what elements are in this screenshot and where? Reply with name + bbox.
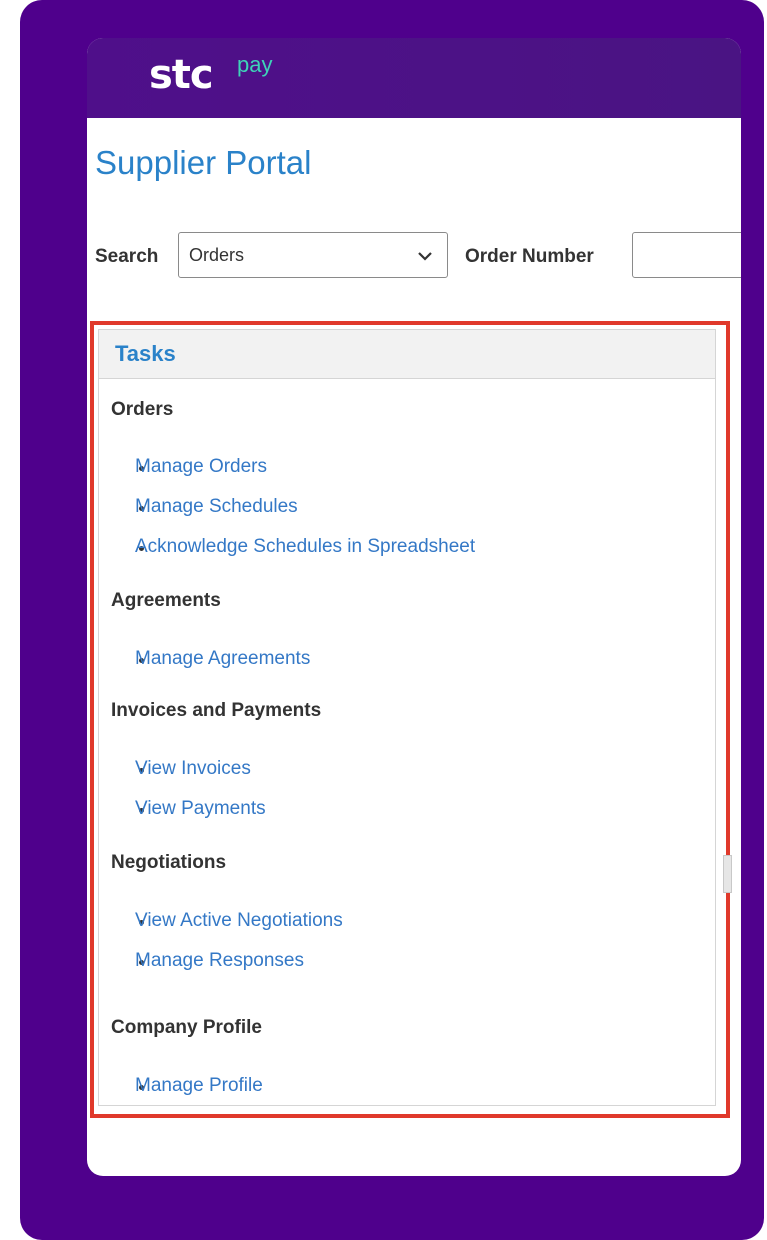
- order-number-label: Order Number: [465, 246, 594, 267]
- link-manage-agreements[interactable]: Manage Agreements: [135, 648, 310, 670]
- section-company-profile: Company Profile: [111, 1017, 262, 1038]
- search-type-select[interactable]: Orders: [178, 232, 448, 278]
- section-orders: Orders: [111, 399, 174, 420]
- pay-logo-text: pay: [237, 52, 273, 77]
- order-number-input[interactable]: [632, 232, 741, 278]
- tasks-panel: Tasks Orders Manage Orders Manage Schedu…: [98, 329, 716, 1106]
- link-view-payments[interactable]: View Payments: [135, 798, 266, 820]
- app-header: stc pay: [87, 38, 741, 118]
- link-manage-schedules[interactable]: Manage Schedules: [135, 496, 298, 518]
- link-manage-responses[interactable]: Manage Responses: [135, 950, 304, 972]
- search-type-value: Orders: [189, 245, 245, 265]
- link-acknowledge-schedules[interactable]: Acknowledge Schedules in Spreadsheet: [135, 536, 475, 558]
- search-bar: Search Orders Order Number: [95, 232, 741, 282]
- scrollbar[interactable]: [723, 855, 732, 893]
- tasks-panel-highlight: Tasks Orders Manage Orders Manage Schedu…: [90, 321, 732, 1118]
- tasks-title: Tasks: [115, 341, 176, 366]
- tasks-header: Tasks: [99, 330, 715, 379]
- search-label: Search: [95, 246, 159, 267]
- page-title: Supplier Portal: [95, 144, 312, 181]
- link-manage-profile[interactable]: Manage Profile: [135, 1075, 263, 1097]
- section-invoices-payments: Invoices and Payments: [111, 700, 322, 721]
- link-view-invoices[interactable]: View Invoices: [135, 758, 251, 780]
- link-manage-orders[interactable]: Manage Orders: [135, 456, 267, 478]
- app-screen: stc pay Supplier Portal Search Orders Or…: [87, 38, 741, 1176]
- section-agreements: Agreements: [111, 590, 221, 611]
- stc-logo: stc: [149, 52, 214, 98]
- link-view-active-negotiations[interactable]: View Active Negotiations: [135, 910, 343, 932]
- chevron-down-icon: [418, 252, 432, 261]
- device-frame: stc pay Supplier Portal Search Orders Or…: [20, 0, 764, 1240]
- section-negotiations: Negotiations: [111, 852, 227, 873]
